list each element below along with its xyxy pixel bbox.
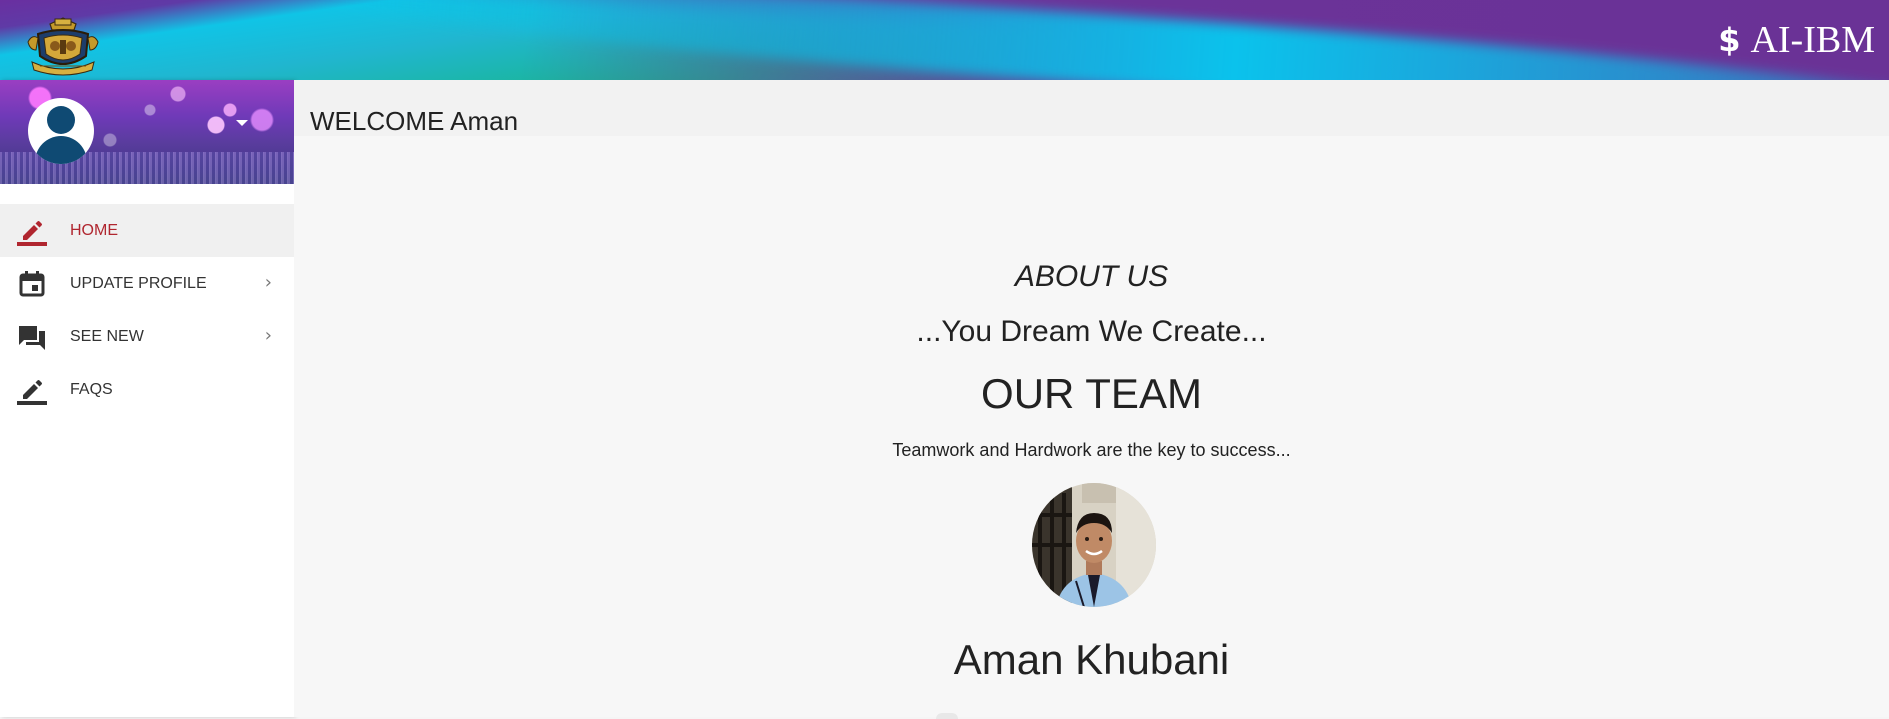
avatar-body: [35, 136, 87, 164]
sidebar-nav: HOME UPDATE PROFILE › SEE NEW › FAQS: [0, 204, 294, 416]
chat-icon: [19, 326, 45, 350]
pencil-icon: [17, 380, 47, 405]
calendar-icon: [19, 271, 45, 297]
top-header: $ AI-IBM: [0, 0, 1889, 80]
sidebar-item-faqs[interactable]: FAQS: [0, 363, 294, 416]
about-title: ABOUT US: [1014, 260, 1169, 293]
sidebar-item-label: UPDATE PROFILE: [70, 274, 207, 292]
chevron-right-icon: ›: [264, 325, 272, 346]
crest-logo[interactable]: [22, 16, 104, 78]
sidebar-item-home[interactable]: HOME: [0, 204, 294, 257]
dollar-icon: $: [1718, 21, 1741, 59]
welcome-bar: WELCOME Aman: [294, 80, 1889, 136]
chevron-right-icon: ›: [264, 272, 272, 293]
avatar-head: [47, 106, 75, 134]
decorative-dot: [936, 713, 958, 719]
motto-text: ...You Dream We Create...: [916, 315, 1267, 348]
brand-title: AI-IBM: [1750, 19, 1875, 61]
profile-banner: [0, 80, 294, 184]
sidebar: HOME UPDATE PROFILE › SEE NEW › FAQS: [0, 80, 294, 717]
team-title: OUR TEAM: [981, 370, 1202, 417]
sidebar-item-label: SEE NEW: [70, 327, 144, 345]
main-content: ABOUT US ...You Dream We Create... OUR T…: [294, 136, 1889, 719]
pencil-icon: [17, 221, 47, 246]
sidebar-item-update-profile[interactable]: UPDATE PROFILE ›: [0, 257, 294, 310]
member-photo: [1032, 483, 1156, 607]
member-name: Aman Khubani: [953, 636, 1230, 683]
sidebar-item-label: FAQS: [70, 380, 113, 398]
welcome-heading: WELCOME Aman: [310, 106, 519, 136]
caret-down-icon[interactable]: [236, 120, 248, 126]
sidebar-item-label: HOME: [70, 221, 118, 239]
sidebar-item-see-new[interactable]: SEE NEW ›: [0, 310, 294, 363]
user-avatar-icon[interactable]: [28, 98, 94, 164]
brand[interactable]: $ AI-IBM: [1718, 18, 1875, 62]
team-tagline: Teamwork and Hardwork are the key to suc…: [892, 440, 1291, 460]
